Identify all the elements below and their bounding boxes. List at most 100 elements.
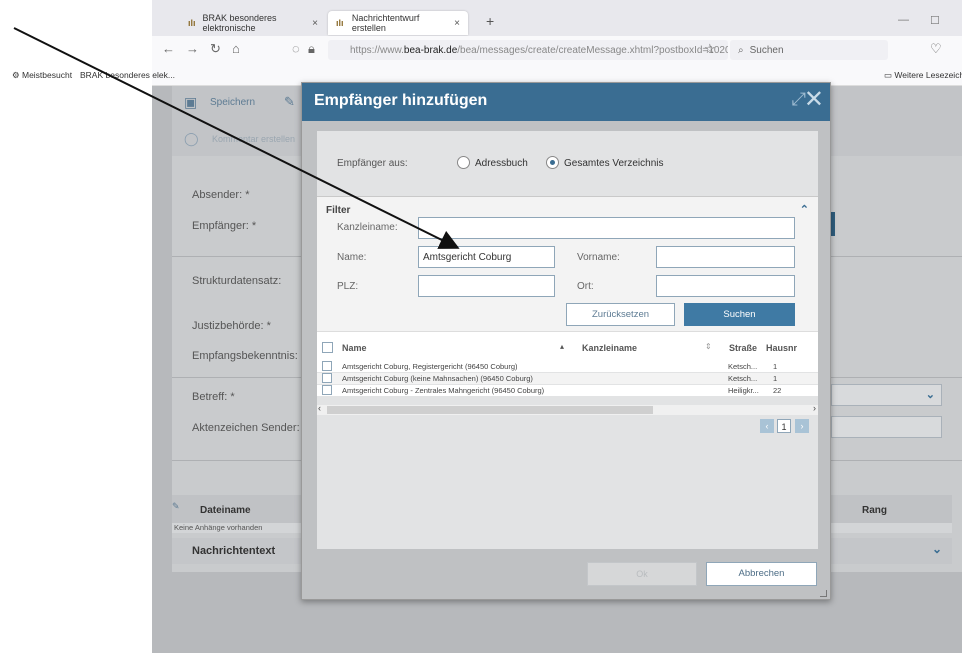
plz-label: PLZ: xyxy=(337,281,359,292)
url-prefix: https://www. xyxy=(350,44,404,56)
add-recipient-dialog: Empfänger hinzufügen ⤢ ✕ Empfänger aus: … xyxy=(301,82,831,600)
row-nr: 1 xyxy=(773,362,778,371)
tab-label: Nachrichtentwurf erstellen xyxy=(351,13,420,33)
row-checkbox[interactable] xyxy=(322,385,332,395)
close-tab-icon[interactable]: × xyxy=(312,18,318,29)
col-hausnr[interactable]: Hausnr xyxy=(766,343,797,353)
table-row[interactable]: Amtsgericht Coburg, Registergericht (964… xyxy=(317,361,818,372)
scroll-left-icon[interactable]: ‹ xyxy=(318,403,321,413)
scroll-right-icon[interactable]: › xyxy=(813,403,816,413)
new-tab-icon[interactable]: + xyxy=(486,13,494,29)
aktenzeichen-input[interactable] xyxy=(831,416,942,438)
comment-icon[interactable]: ◯ xyxy=(184,131,199,147)
back-icon[interactable]: ← xyxy=(162,41,175,56)
next-page-button[interactable]: › xyxy=(795,419,809,433)
name-input[interactable] xyxy=(418,246,555,268)
aktenzeichen-label: Aktenzeichen Sender: xyxy=(192,422,300,434)
search-button[interactable]: Suchen xyxy=(684,303,795,326)
vorname-label: Vorname: xyxy=(577,252,620,263)
save-button[interactable]: Speichern xyxy=(210,97,255,108)
select-all-checkbox[interactable] xyxy=(322,342,333,353)
bookmark-label: Weitere Lesezeich xyxy=(894,70,962,80)
betreff-select[interactable]: ⌄ xyxy=(831,384,942,406)
shield-icon[interactable]: ◌ xyxy=(292,41,300,56)
source-selector: Empfänger aus: Adressbuch Gesamtes Verze… xyxy=(317,131,818,197)
row-checkbox[interactable] xyxy=(322,361,332,371)
maximize-icon[interactable]: ☐ xyxy=(930,14,940,27)
reset-button[interactable]: Zurücksetzen xyxy=(566,303,675,326)
ort-input[interactable] xyxy=(656,275,795,297)
radio-gesamtes-verzeichnis-label[interactable]: Gesamtes Verzeichnis xyxy=(564,158,664,169)
dialog-title: Empfänger hinzufügen xyxy=(314,92,488,109)
empfaenger-add-button[interactable] xyxy=(831,212,835,236)
bookmark-brak[interactable]: BRAK besonderes elek... xyxy=(80,70,175,80)
ort-label: Ort: xyxy=(577,281,594,292)
minimize-icon[interactable]: — xyxy=(898,14,909,26)
sort-icon[interactable]: ⇕ xyxy=(705,342,712,351)
close-icon[interactable]: ✕ xyxy=(804,85,824,114)
col-dateiname[interactable]: Dateiname xyxy=(200,505,251,516)
pocket-icon[interactable]: ♡ xyxy=(930,41,942,57)
bookmark-weitere[interactable]: ▭ Weitere Lesezeich xyxy=(884,70,962,81)
col-kanzleiname[interactable]: Kanzleiname xyxy=(582,343,637,353)
tab-brak[interactable]: ılı BRAK besonderes elektronische × xyxy=(180,11,326,35)
cancel-button[interactable]: Abbrechen xyxy=(706,562,817,586)
horizontal-scrollbar[interactable]: ‹ › xyxy=(317,403,818,415)
row-name: Amtsgericht Coburg, Registergericht (964… xyxy=(342,362,518,371)
bookmark-star-icon[interactable]: ☆ xyxy=(704,41,716,57)
search-placeholder: Suchen xyxy=(749,44,784,56)
sort-asc-icon[interactable]: ▴ xyxy=(560,342,564,351)
bookmark-meistbesucht[interactable]: ⚙ Meistbesucht xyxy=(12,70,72,81)
forward-icon[interactable]: → xyxy=(186,41,199,56)
col-rang[interactable]: Rang xyxy=(862,505,887,516)
vorname-input[interactable] xyxy=(656,246,795,268)
kanzleiname-input[interactable] xyxy=(418,217,795,239)
attach-icon[interactable]: ✎ xyxy=(284,94,295,110)
row-nr: 1 xyxy=(773,374,778,383)
absender-label: Absender: * xyxy=(192,189,250,201)
radio-gesamtes-verzeichnis[interactable] xyxy=(546,156,559,169)
results-header: Name ▴ Kanzleiname ⇕ Straße Hausnr xyxy=(317,331,818,361)
row-name: Amtsgericht Coburg (keine Mahnsachen) (9… xyxy=(342,374,533,383)
table-row[interactable]: Amtsgericht Coburg - Zentrales Mahngeric… xyxy=(317,385,818,396)
prev-page-button[interactable]: ‹ xyxy=(760,419,774,433)
lock-icon[interactable]: 🔒︎ xyxy=(308,41,315,57)
brak-favicon-icon: ılı xyxy=(188,18,196,28)
chevron-up-icon[interactable]: ⌃ xyxy=(800,203,809,216)
radio-adressbuch[interactable] xyxy=(457,156,470,169)
current-page[interactable]: 1 xyxy=(777,419,791,433)
reload-icon[interactable]: ↻ xyxy=(210,41,221,57)
table-row[interactable]: Amtsgericht Coburg (keine Mahnsachen) (9… xyxy=(317,373,818,384)
close-tab-icon[interactable]: × xyxy=(454,18,460,29)
row-street: Ketsch... xyxy=(728,374,758,383)
bookmark-label: BRAK besonderes elek... xyxy=(80,70,175,80)
tab-nachrichtentwurf[interactable]: ılı Nachrichtentwurf erstellen × xyxy=(328,11,468,35)
tab-label: BRAK besonderes elektronische xyxy=(202,13,277,33)
comment-button[interactable]: Kommentar erstellen xyxy=(212,134,302,144)
resize-grip-icon[interactable] xyxy=(820,590,827,597)
source-label: Empfänger aus: xyxy=(337,158,408,169)
ok-button[interactable]: Ok xyxy=(587,562,697,586)
save-icon[interactable]: ▣ xyxy=(184,94,197,111)
scrollbar-thumb[interactable] xyxy=(327,406,653,414)
col-name[interactable]: Name xyxy=(342,343,367,353)
empfaenger-label: Empfänger: * xyxy=(192,220,257,232)
filter-panel: Filter ⌃ Kanzleiname: Name: Vorname: PLZ… xyxy=(317,197,818,331)
search-bar[interactable]: ⌕ Suchen xyxy=(730,40,888,60)
kanzleiname-label: Kanzleiname: xyxy=(337,222,398,233)
brak-favicon-icon: ılı xyxy=(336,18,344,28)
name-label: Name: xyxy=(337,252,367,263)
radio-adressbuch-label[interactable]: Adressbuch xyxy=(475,158,528,169)
url-domain: bea-brak.de xyxy=(403,44,458,56)
paperclip-icon: ✎ xyxy=(172,501,180,511)
tab-bar: ılı BRAK besonderes elektronische × ılı … xyxy=(152,0,962,36)
col-strasse[interactable]: Straße xyxy=(729,343,757,353)
row-checkbox[interactable] xyxy=(322,373,332,383)
strukturdatensatz-label: Strukturdatensatz: xyxy=(192,275,282,287)
url-bar[interactable]: https://www. bea-brak.de/bea/messages/cre… xyxy=(328,40,728,60)
dialog-header: Empfänger hinzufügen ⤢ ✕ xyxy=(302,83,830,121)
plz-input[interactable] xyxy=(418,275,555,297)
row-nr: 22 xyxy=(773,386,782,395)
row-street: Ketsch... xyxy=(728,362,758,371)
home-icon[interactable]: ⌂ xyxy=(232,41,240,56)
